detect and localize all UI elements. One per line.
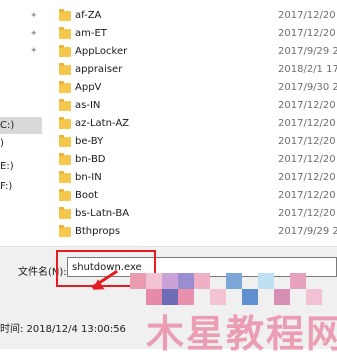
- navigation-pane: ✦ ✦ ✦ C:) ) E:) F:): [0, 0, 48, 246]
- folder-icon: [59, 45, 71, 57]
- list-item[interactable]: AppV 2017/9/30 2: [48, 79, 337, 98]
- file-name: bn-BD: [75, 154, 106, 165]
- list-item[interactable]: bn-BD 2017/12/20: [48, 151, 337, 170]
- file-name: as-IN: [75, 100, 101, 111]
- file-date: 2017/12/20: [278, 100, 336, 111]
- list-item[interactable]: Boot 2017/12/20: [48, 187, 337, 206]
- file-name: af-ZA: [75, 10, 102, 21]
- pin-icon[interactable]: ✦: [30, 30, 39, 39]
- folder-icon: [59, 189, 71, 201]
- folder-icon: [59, 27, 71, 39]
- folder-icon: [59, 153, 71, 165]
- file-name: am-ET: [75, 28, 107, 39]
- list-item[interactable]: am-ET 2017/12/20: [48, 25, 337, 44]
- folder-icon: [59, 63, 71, 75]
- file-date: 2017/12/20: [278, 208, 336, 219]
- file-name: appraiser: [75, 64, 123, 75]
- list-item[interactable]: bs-Latn-BA 2017/12/20: [48, 205, 337, 224]
- file-name: bs-Latn-BA: [75, 208, 130, 219]
- file-date: 2017/12/20: [278, 154, 336, 165]
- folder-icon: [59, 135, 71, 147]
- file-name: AppV: [75, 82, 102, 93]
- file-date: 2017/12/20: [278, 10, 336, 21]
- folder-icon: [59, 207, 71, 219]
- file-date: 2017/9/30 2: [278, 82, 337, 93]
- list-item[interactable]: Bthprops 2017/9/29 2: [48, 223, 337, 242]
- nav-item-drive[interactable]: ): [0, 135, 42, 152]
- file-name: be-BY: [75, 136, 104, 147]
- list-item[interactable]: az-Latn-AZ 2017/12/20: [48, 115, 337, 134]
- file-name: az-Latn-AZ: [75, 118, 130, 129]
- file-date: 2017/9/29 2: [278, 226, 337, 237]
- filename-label: 文件名(N):: [18, 267, 67, 278]
- file-date: 2017/12/20: [278, 172, 336, 183]
- list-item[interactable]: as-IN 2017/12/20: [48, 97, 337, 116]
- file-date: 2017/12/20: [278, 118, 336, 129]
- modified-date: 时间: 2018/12/4 13:00:56: [0, 324, 126, 335]
- file-name: AppLocker: [75, 46, 128, 57]
- folder-icon: [59, 9, 71, 21]
- pin-icon[interactable]: ✦: [30, 47, 39, 56]
- file-name: Boot: [75, 190, 99, 201]
- folder-icon: [59, 99, 71, 111]
- watermark-logo: 木星教程网: [146, 312, 337, 356]
- list-item[interactable]: bn-IN 2017/12/20: [48, 169, 337, 188]
- folder-icon: [59, 225, 71, 237]
- file-name: Bthprops: [75, 226, 121, 237]
- file-date: 2017/12/20: [278, 136, 336, 147]
- nav-item-drive-c[interactable]: C:): [0, 117, 42, 134]
- file-date: 2018/2/1 17: [278, 64, 337, 75]
- nav-item-drive-f[interactable]: F:): [0, 178, 42, 195]
- list-item[interactable]: appraiser 2018/2/1 17: [48, 61, 337, 80]
- file-name: bn-IN: [75, 172, 102, 183]
- file-date: 2017/12/20: [278, 190, 336, 201]
- folder-icon: [59, 81, 71, 93]
- pin-icon[interactable]: ✦: [30, 12, 39, 21]
- folder-icon: [59, 171, 71, 183]
- folder-icon: [59, 117, 71, 129]
- nav-item-drive-e[interactable]: E:): [0, 158, 42, 175]
- file-date: 2017/12/20: [278, 28, 336, 39]
- file-date: 2017/9/29 2: [278, 46, 337, 57]
- list-item[interactable]: af-ZA 2017/12/20: [48, 7, 337, 26]
- list-item[interactable]: AppLocker 2017/9/29 2: [48, 43, 337, 62]
- list-item[interactable]: be-BY 2017/12/20: [48, 133, 337, 152]
